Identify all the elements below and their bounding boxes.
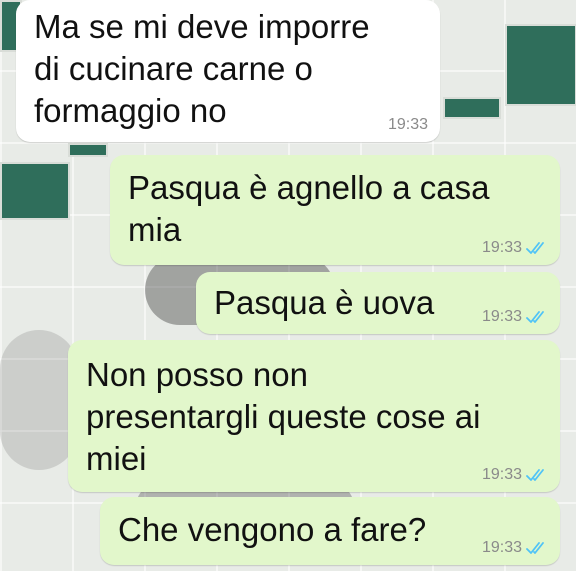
- outgoing-message-bubble[interactable]: Pasqua è agnello a casa mia 19:33: [110, 155, 560, 265]
- message-text: Non posso non presentargli queste cose a…: [86, 356, 481, 477]
- message-time: 19:33: [481, 308, 522, 325]
- outgoing-message-bubble[interactable]: Non posso non presentargli queste cose a…: [68, 340, 560, 492]
- message-meta: 19:33: [482, 239, 548, 257]
- outgoing-message-bubble[interactable]: Pasqua è uova 19:33: [196, 272, 560, 334]
- message-time: 19:33: [387, 116, 428, 133]
- message-time: 19:33: [481, 466, 522, 483]
- wallpaper-tile: [505, 24, 576, 106]
- double-check-icon: [526, 542, 544, 554]
- message-text: Ma se mi deve imporre di cucinare carne …: [34, 8, 370, 129]
- message-meta: 19:33: [482, 466, 548, 484]
- message-time: 19:33: [481, 539, 522, 556]
- double-check-icon: [526, 311, 544, 323]
- message-meta: 19:33: [482, 539, 548, 557]
- message-text: Che vengono a fare?: [118, 511, 427, 548]
- message-meta: 19:33: [482, 308, 548, 326]
- outgoing-message-bubble[interactable]: Che vengono a fare? 19:33: [100, 497, 560, 565]
- wallpaper-tile: [0, 162, 70, 220]
- incoming-message-bubble[interactable]: Ma se mi deve imporre di cucinare carne …: [16, 0, 440, 142]
- double-check-icon: [526, 242, 544, 254]
- message-time: 19:33: [481, 239, 522, 256]
- wallpaper-tile: [443, 97, 501, 119]
- wallpaper-shadow: [0, 330, 78, 470]
- message-meta: 19:33: [388, 116, 428, 134]
- wallpaper-tile: [68, 143, 108, 157]
- double-check-icon: [526, 469, 544, 481]
